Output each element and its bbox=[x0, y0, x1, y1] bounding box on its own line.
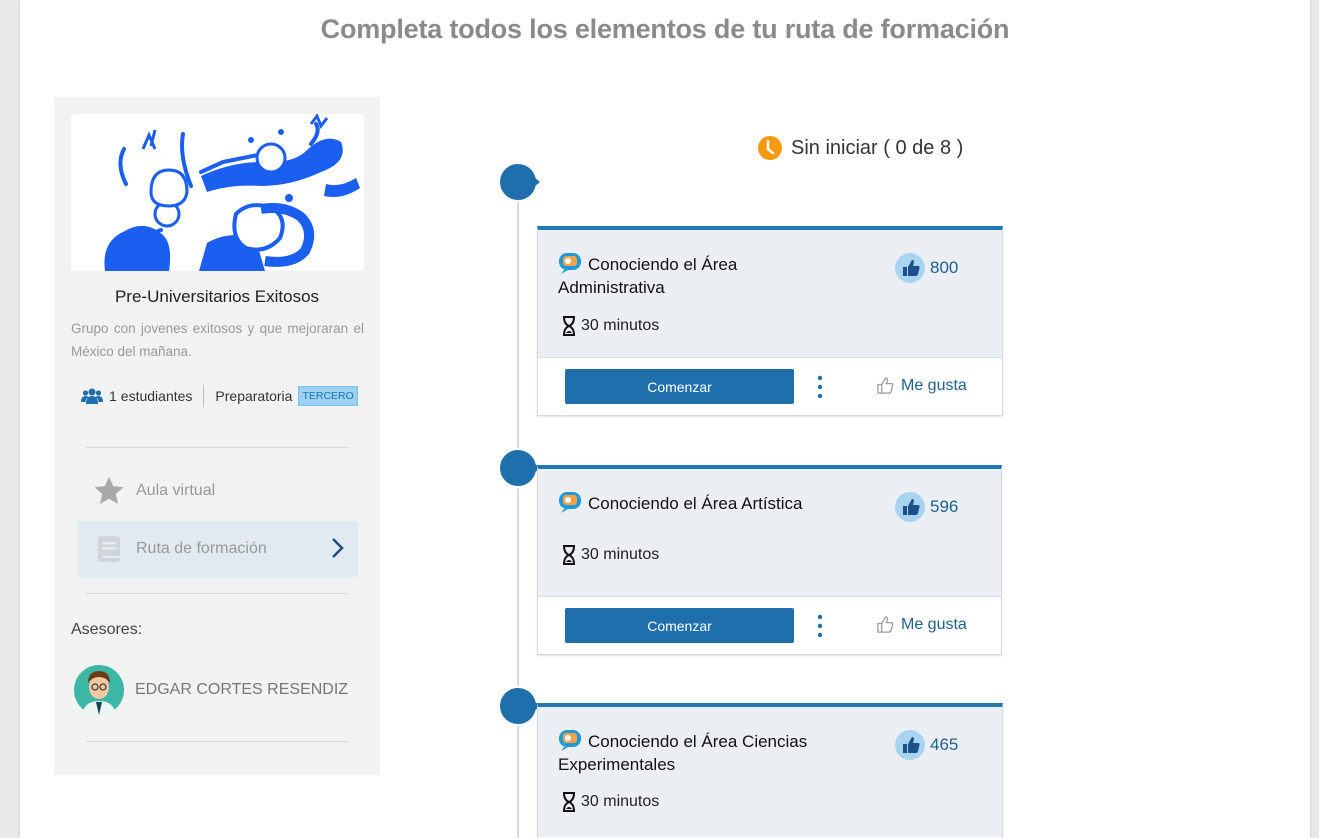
advisor-item[interactable]: EDGAR CORTES RESENDIZ bbox=[74, 665, 348, 715]
course-icon bbox=[559, 253, 581, 274]
progress-status: Sin iniciar ( 0 de 8 ) bbox=[757, 135, 963, 161]
course-card-header: Conociendo el Área Ciencias Experimentale… bbox=[538, 707, 1002, 837]
more-options-icon[interactable] bbox=[816, 374, 824, 400]
chevron-right-icon bbox=[332, 538, 344, 558]
avatar bbox=[74, 665, 124, 715]
likes-count: 800 bbox=[895, 253, 958, 283]
group-stats: 1 estudiantes Preparatoria TERCERO bbox=[81, 385, 358, 407]
thumbs-up-outline-icon bbox=[877, 377, 894, 394]
course-title[interactable]: Conociendo el Área Ciencias Experimentale… bbox=[558, 729, 807, 776]
group-name: Pre-Universitarios Exitosos bbox=[114, 287, 320, 306]
timeline-node bbox=[498, 162, 540, 202]
hourglass-icon bbox=[563, 545, 575, 565]
start-button[interactable]: Comenzar bbox=[565, 608, 794, 643]
more-options-icon[interactable] bbox=[816, 613, 824, 639]
course-card-header: Conociendo el Área Administrativa 800 30 … bbox=[538, 230, 1002, 357]
stats-separator bbox=[203, 385, 205, 407]
grade-badge: TERCERO bbox=[298, 386, 358, 406]
course-icon bbox=[559, 730, 581, 751]
course-icon bbox=[559, 492, 581, 513]
course-card-footer: Comenzar Me gusta bbox=[538, 357, 1002, 415]
divider bbox=[86, 741, 348, 742]
hourglass-icon bbox=[563, 792, 575, 812]
course-title[interactable]: Conociendo el Área Administrativa bbox=[558, 252, 737, 299]
thumbs-up-icon bbox=[895, 492, 925, 522]
course-card: Conociendo el Área Artística 596 30 minu… bbox=[537, 465, 1002, 655]
likes-count: 465 bbox=[895, 730, 958, 760]
sidebar-item-aula-virtual[interactable]: Aula virtual bbox=[77, 463, 358, 519]
course-card-header: Conociendo el Área Artística 596 30 minu… bbox=[538, 469, 1001, 596]
group-description: Grupo con jovenes exitosos y que mejorar… bbox=[71, 321, 364, 359]
timeline-node bbox=[498, 448, 540, 488]
group-illustration bbox=[71, 114, 364, 271]
course-duration: 30 minutos bbox=[562, 792, 659, 812]
course-card-footer: Comenzar Me gusta bbox=[538, 596, 1001, 654]
group-sidebar: Pre-Universitarios Exitosos Grupo con jo… bbox=[54, 97, 380, 775]
course-card: Conociendo el Área Administrativa 800 30 … bbox=[537, 226, 1003, 416]
timeline-line bbox=[517, 180, 519, 838]
course-duration: 30 minutos bbox=[562, 545, 659, 565]
sidebar-item-label: Ruta de formación bbox=[136, 540, 267, 557]
status-text: Sin iniciar ( 0 de 8 ) bbox=[791, 136, 964, 159]
divider bbox=[86, 593, 348, 594]
page-title: Completa todos los elementos de tu ruta … bbox=[320, 14, 1010, 44]
divider bbox=[86, 447, 348, 448]
thumbs-up-icon bbox=[895, 253, 925, 283]
level-label: Preparatoria bbox=[215, 388, 293, 404]
thumbs-up-outline-icon bbox=[877, 616, 894, 633]
like-button[interactable]: Me gusta bbox=[876, 615, 967, 634]
main-panel: Completa todos los elementos de tu ruta … bbox=[20, 0, 1310, 838]
students-count: 1 bbox=[109, 388, 117, 404]
advisor-name: EDGAR CORTES RESENDIZ bbox=[135, 681, 349, 698]
course-card: Conociendo el Área Ciencias Experimentale… bbox=[537, 703, 1003, 838]
clock-icon bbox=[758, 136, 782, 160]
start-button[interactable]: Comenzar bbox=[565, 369, 794, 404]
sidebar-item-label: Aula virtual bbox=[136, 482, 216, 499]
book-icon bbox=[92, 532, 126, 566]
thumbs-up-icon bbox=[895, 730, 925, 760]
course-title[interactable]: Conociendo el Área Artística bbox=[558, 491, 803, 515]
course-duration: 30 minutos bbox=[562, 316, 659, 336]
like-button[interactable]: Me gusta bbox=[876, 376, 967, 395]
students-label: estudiantes bbox=[120, 388, 193, 404]
timeline-node bbox=[498, 686, 540, 726]
hourglass-icon bbox=[563, 316, 575, 336]
star-icon bbox=[92, 474, 126, 508]
likes-count: 596 bbox=[895, 492, 958, 522]
users-icon bbox=[81, 388, 103, 404]
advisors-heading: Asesores: bbox=[71, 621, 143, 638]
sidebar-item-ruta-formacion[interactable]: Ruta de formación bbox=[77, 521, 358, 577]
